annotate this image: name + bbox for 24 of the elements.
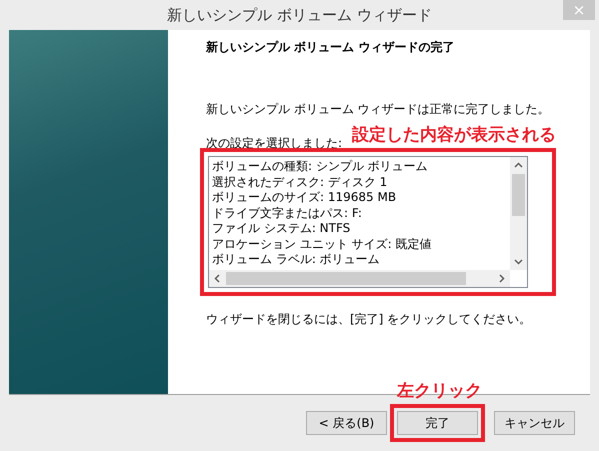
horizontal-scrollbar[interactable]	[209, 270, 510, 287]
settings-line: ボリュームの種類: シンプル ボリューム	[212, 159, 429, 174]
vertical-scrollbar[interactable]	[510, 157, 527, 270]
settings-line: ボリュームのサイズ: 119685 MB	[212, 190, 398, 206]
annotation-label: 設定した内容が表示される	[352, 124, 556, 146]
scroll-down-icon[interactable]	[514, 257, 523, 266]
page-heading: 新しいシンプル ボリューム ウィザードの完了	[206, 39, 456, 56]
settings-line: 選択されたディスク: ディスク 1	[212, 174, 388, 190]
back-button[interactable]: < 戻る(B)	[306, 411, 387, 435]
settings-line: ボリューム ラベル: ボリューム	[212, 252, 381, 268]
settings-line: ドライブ文字またはパス: F:	[212, 206, 363, 221]
scroll-thumb[interactable]	[512, 174, 525, 216]
scroll-left-icon[interactable]	[213, 274, 222, 283]
scroll-right-icon[interactable]	[497, 274, 506, 283]
completion-message: 新しいシンプル ボリューム ウィザードは正常に完了しました。	[206, 101, 551, 118]
settings-line: ファイル システム: NTFS	[212, 221, 352, 236]
window-title: 新しいシンプル ボリューム ウィザード	[167, 4, 432, 26]
annotation-label: 左クリック	[397, 380, 482, 402]
cancel-button[interactable]: キャンセル	[494, 411, 575, 435]
finish-button[interactable]: 完了	[397, 411, 478, 435]
scroll-thumb[interactable]	[226, 272, 466, 285]
scroll-up-icon[interactable]	[514, 161, 523, 170]
closing-note: ウィザードを閉じるには、[完了] をクリックしてください。	[206, 311, 532, 328]
settings-line: アロケーション ユニット サイズ: 既定値	[212, 236, 432, 252]
